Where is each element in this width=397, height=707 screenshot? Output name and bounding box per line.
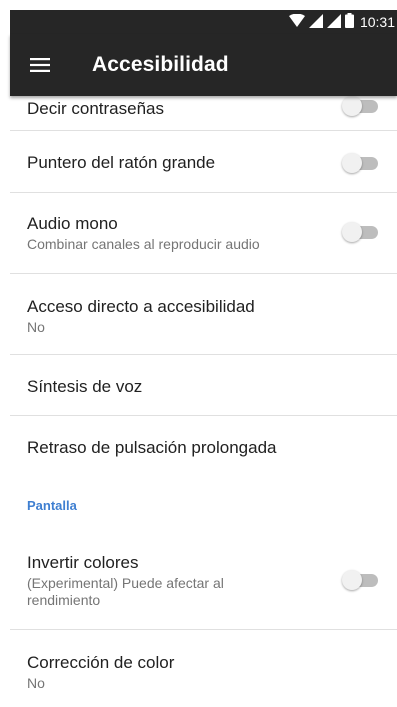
signal-icon	[308, 13, 323, 31]
status-bar: 10:31	[10, 10, 397, 34]
setting-audio-mono[interactable]: Audio mono Combinar canales al reproduci…	[10, 214, 397, 253]
divider	[10, 192, 397, 193]
setting-decir-contrasenas[interactable]: Decir contraseñas	[10, 99, 397, 119]
setting-retraso-pulsacion[interactable]: Retraso de pulsación prolongada	[10, 438, 397, 458]
toggle-thumb	[342, 153, 362, 173]
app-bar: Accesibilidad	[10, 34, 397, 96]
divider	[10, 130, 397, 131]
setting-summary: rendimiento	[27, 592, 101, 608]
hamburger-menu-icon[interactable]	[12, 37, 68, 93]
battery-icon	[344, 13, 354, 31]
setting-invertir-colores[interactable]: Invertir colores (Experimental) Puede af…	[10, 553, 397, 609]
section-header-pantalla: Pantalla	[27, 498, 77, 513]
toggle-thumb	[342, 570, 362, 590]
setting-summary: No	[27, 319, 45, 335]
setting-sintesis-voz[interactable]: Síntesis de voz	[10, 377, 397, 397]
divider	[10, 629, 397, 630]
setting-title: Síntesis de voz	[27, 377, 143, 396]
wifi-icon	[288, 13, 305, 31]
setting-correccion-color[interactable]: Corrección de color No	[10, 653, 397, 692]
toggle-thumb	[342, 96, 362, 116]
toggle-switch[interactable]	[342, 222, 378, 242]
setting-title: Corrección de color	[27, 653, 175, 672]
status-time: 10:31	[359, 14, 395, 30]
divider	[10, 354, 397, 355]
divider	[10, 273, 397, 274]
setting-title: Retraso de pulsación prolongada	[27, 438, 277, 457]
setting-title: Acceso directo a accesibilidad	[27, 297, 255, 316]
page-title: Accesibilidad	[92, 53, 229, 76]
toggle-switch[interactable]	[342, 96, 378, 116]
setting-summary: No	[27, 675, 45, 691]
toggle-switch[interactable]	[342, 570, 378, 590]
settings-list[interactable]: Decir contraseñas Puntero del ratón gran…	[10, 96, 397, 707]
signal-icon	[326, 13, 341, 31]
setting-acceso-directo[interactable]: Acceso directo a accesibilidad No	[10, 297, 397, 336]
setting-puntero-grande[interactable]: Puntero del ratón grande	[10, 153, 397, 173]
divider	[10, 415, 397, 416]
toggle-switch[interactable]	[342, 153, 378, 173]
toggle-thumb	[342, 222, 362, 242]
